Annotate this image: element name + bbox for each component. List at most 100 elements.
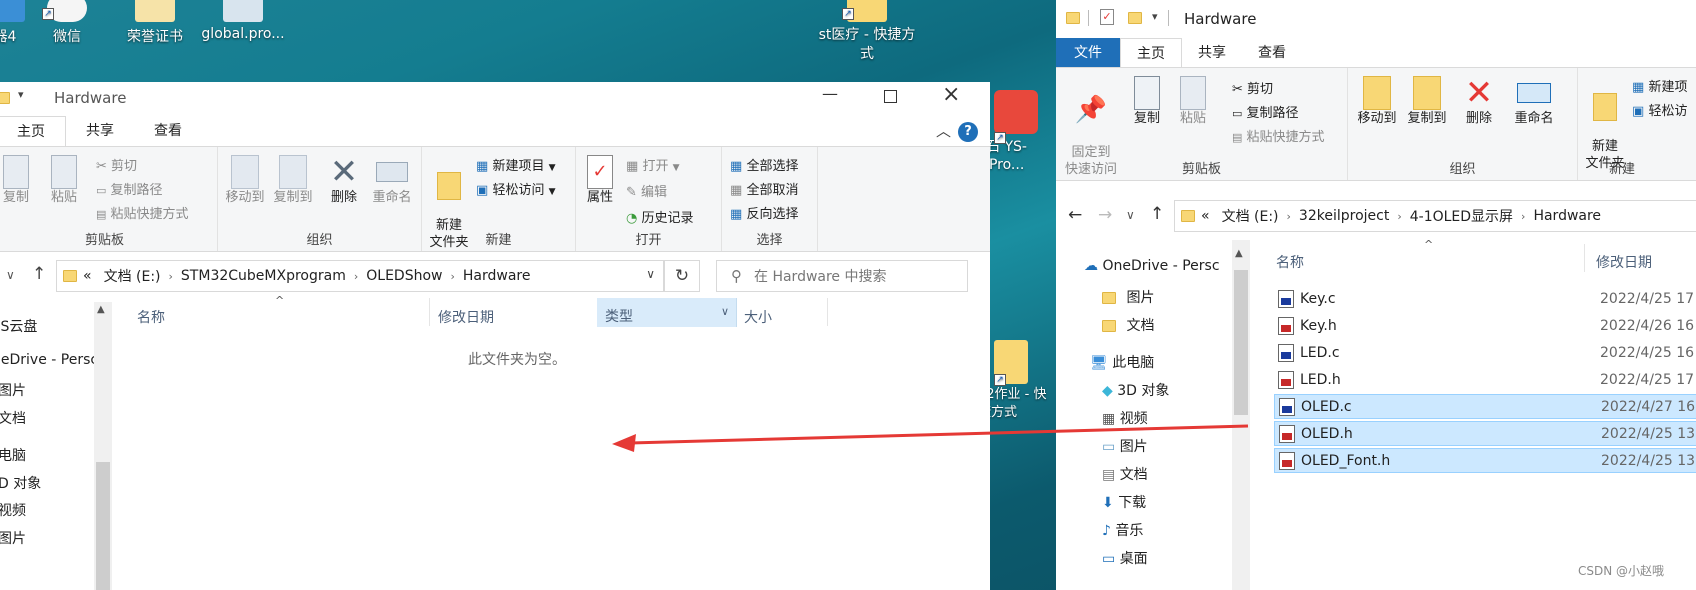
close-button[interactable]: × — [942, 82, 960, 107]
nav-item-pictures[interactable]: 图片 — [1102, 287, 1154, 307]
nav-item-videos[interactable]: ▦ 视频 — [1102, 408, 1148, 428]
scrollbar-thumb[interactable] — [96, 462, 110, 590]
breadcrumb-overflow[interactable]: « — [1201, 208, 1210, 224]
search-box[interactable]: ⚲ 在 Hardware 中搜索 — [716, 260, 968, 292]
breadcrumb[interactable]: 32keilproject — [1299, 208, 1389, 224]
select-all-button[interactable]: ▦ 全部选择 — [730, 155, 798, 174]
copy-path-button[interactable]: ▭ 复制路径 — [1232, 102, 1299, 121]
breadcrumb[interactable]: 4-1OLED显示屏 — [1410, 206, 1513, 226]
open-button[interactable]: ▦ 打开 ▼ — [626, 155, 680, 174]
nav-item-this-pc[interactable]: 电脑 — [0, 445, 26, 465]
column-header-name[interactable]: 名称 — [137, 307, 165, 327]
nav-scrollbar[interactable]: ▲ — [94, 302, 112, 590]
collapse-ribbon-icon[interactable]: ︿ — [936, 120, 951, 141]
copy-to-button[interactable]: 复制到 — [268, 155, 318, 206]
nav-item-wps-cloud[interactable]: PS云盘 — [0, 316, 37, 336]
rename-button[interactable]: 重命名 — [366, 155, 418, 206]
move-to-button[interactable]: 移动到 — [220, 155, 270, 206]
breadcrumb[interactable]: 文档 (E:) — [1222, 206, 1279, 226]
nav-item-pictures-2[interactable]: 图片 — [0, 528, 26, 548]
file-row[interactable]: OLED_Font.h 2022/4/25 13 — [1274, 448, 1696, 473]
column-header-type[interactable]: 类型 ∨ — [597, 298, 737, 327]
scroll-up-icon[interactable]: ▲ — [1235, 248, 1243, 259]
file-row[interactable]: OLED.h 2022/4/25 13 — [1274, 421, 1696, 446]
scroll-up-icon[interactable]: ▲ — [97, 304, 105, 315]
quick-access-dropdown-icon[interactable]: ▾ — [1152, 10, 1158, 23]
nav-item-pictures[interactable]: 图片 — [0, 380, 26, 400]
column-header-date[interactable]: 修改日期 — [438, 307, 494, 327]
nav-item-3d-objects[interactable]: ◆ 3D 对象 — [1102, 380, 1169, 400]
properties-button[interactable]: ✓ 属性 — [580, 155, 620, 206]
breadcrumb[interactable]: Hardware — [1533, 208, 1601, 224]
tab-view[interactable]: 查看 — [1242, 38, 1302, 68]
desktop-icon-32-homework[interactable]: ↗ 32作业 - 快捷方式 — [986, 340, 1050, 422]
tab-home[interactable]: 主页 — [1120, 38, 1182, 68]
nav-item-documents[interactable]: 文档 — [0, 408, 26, 428]
column-header-size[interactable]: 大小 — [744, 307, 772, 327]
title-bar[interactable]: ✓ ▾ Hardware — [1056, 0, 1696, 36]
breadcrumb[interactable]: 文档 (E:) — [104, 266, 161, 286]
cut-button[interactable]: ✂ 剪切 — [96, 155, 137, 174]
breadcrumb-overflow[interactable]: « — [83, 268, 92, 284]
tab-view[interactable]: 查看 — [134, 116, 202, 146]
copy-to-button[interactable]: 复制到 — [1402, 76, 1452, 127]
scrollbar-thumb[interactable] — [1234, 270, 1248, 415]
copy-button[interactable]: 复制 — [0, 155, 36, 206]
nav-item-this-pc[interactable]: 🖥 此电脑 — [1090, 352, 1154, 372]
address-bar[interactable]: « 文档 (E:) › STM32CubeMXprogram › OLEDSho… — [56, 260, 664, 292]
recent-locations-icon[interactable]: ∨ — [1126, 208, 1135, 222]
tab-share[interactable]: 共享 — [66, 116, 134, 146]
nav-item-documents-2[interactable]: ▤ 文档 — [1102, 464, 1148, 484]
quick-access-dropdown-icon[interactable]: ▾ — [18, 88, 24, 101]
tab-share[interactable]: 共享 — [1182, 38, 1242, 68]
back-arrow-icon[interactable]: ← — [1068, 205, 1082, 225]
help-icon[interactable]: ? — [958, 122, 978, 142]
tab-file[interactable]: 文件 — [1056, 38, 1120, 68]
desktop-icon-global-pro[interactable]: global.pro... — [198, 0, 288, 42]
address-dropdown-icon[interactable]: ∨ — [646, 267, 655, 281]
nav-item-onedrive[interactable]: ☁ OneDrive - Persc — [1084, 258, 1220, 274]
minimize-button[interactable]: — — [822, 84, 838, 103]
copy-button[interactable]: 复制 — [1126, 76, 1168, 127]
refresh-button[interactable]: ↻ — [664, 260, 700, 292]
explorer-window-right[interactable]: ✓ ▾ Hardware 文件 主页 共享 查看 📌 固定到 快速访问 复制 粘… — [1056, 0, 1696, 590]
nav-item-music[interactable]: ♪ 音乐 — [1102, 520, 1143, 540]
desktop-icon-yingshi[interactable]: ↗ 硬石 YS-F1Pro... — [980, 90, 1050, 174]
maximize-button[interactable] — [884, 90, 897, 103]
up-arrow-icon[interactable]: ↑ — [32, 264, 46, 284]
nav-item-pictures-2[interactable]: ▭ 图片 — [1102, 436, 1148, 456]
column-header-date[interactable]: 修改日期 — [1596, 252, 1652, 272]
select-none-button[interactable]: ▦ 全部取消 — [730, 179, 798, 198]
tab-home[interactable]: 主页 — [0, 116, 66, 146]
forward-arrow-icon[interactable]: → — [1098, 205, 1112, 225]
copy-path-button[interactable]: ▭ 复制路径 — [96, 179, 163, 198]
file-row[interactable]: LED.c 2022/4/25 16 — [1274, 340, 1696, 365]
breadcrumb[interactable]: Hardware — [463, 268, 531, 284]
cut-button[interactable]: ✂ 剪切 — [1232, 78, 1273, 97]
paste-shortcut-button[interactable]: ▤ 粘贴快捷方式 — [96, 203, 189, 222]
file-row[interactable]: Key.c 2022/4/25 17 — [1274, 286, 1696, 311]
easy-access-button[interactable]: ▣ 轻松访问 ▼ — [476, 179, 556, 198]
invert-selection-button[interactable]: ▦ 反向选择 — [730, 203, 798, 222]
rename-button[interactable]: 重命名 — [1506, 76, 1562, 127]
nav-item-videos[interactable]: 视频 — [0, 500, 26, 520]
easy-access-button[interactable]: ▣ 轻松访 — [1632, 100, 1687, 119]
nav-item-desktop[interactable]: ▭ 桌面 — [1102, 548, 1148, 568]
desktop-icon-certificate[interactable]: 荣誉证书 — [110, 0, 200, 46]
recent-locations-icon[interactable]: ∨ — [6, 268, 15, 282]
file-row[interactable]: Key.h 2022/4/26 16 — [1274, 313, 1696, 338]
explorer-window-left[interactable]: ▾ Hardware — × 主页 共享 查看 ︿ ? 复制 粘贴 ✂ 剪切 ▭… — [0, 82, 990, 590]
paste-button[interactable]: 粘贴 — [42, 155, 86, 206]
delete-button[interactable]: ✕ 删除 — [1458, 76, 1500, 127]
move-to-button[interactable]: 移动到 — [1352, 76, 1402, 127]
properties-check-icon[interactable]: ✓ — [1100, 9, 1114, 25]
nav-item-documents[interactable]: 文档 — [1102, 315, 1154, 335]
history-button[interactable]: ◔ 历史记录 — [626, 207, 694, 226]
file-row[interactable]: LED.h 2022/4/25 17 — [1274, 367, 1696, 392]
column-header-name[interactable]: 名称 — [1276, 252, 1304, 272]
paste-shortcut-button[interactable]: ▤ 粘贴快捷方式 — [1232, 126, 1325, 145]
nav-item-onedrive[interactable]: neDrive - Persc — [0, 352, 98, 368]
new-item-button[interactable]: ▦ 新建项 — [1632, 76, 1687, 95]
delete-button[interactable]: ✕ 删除 — [324, 155, 364, 206]
paste-button[interactable]: 粘贴 — [1172, 76, 1214, 127]
